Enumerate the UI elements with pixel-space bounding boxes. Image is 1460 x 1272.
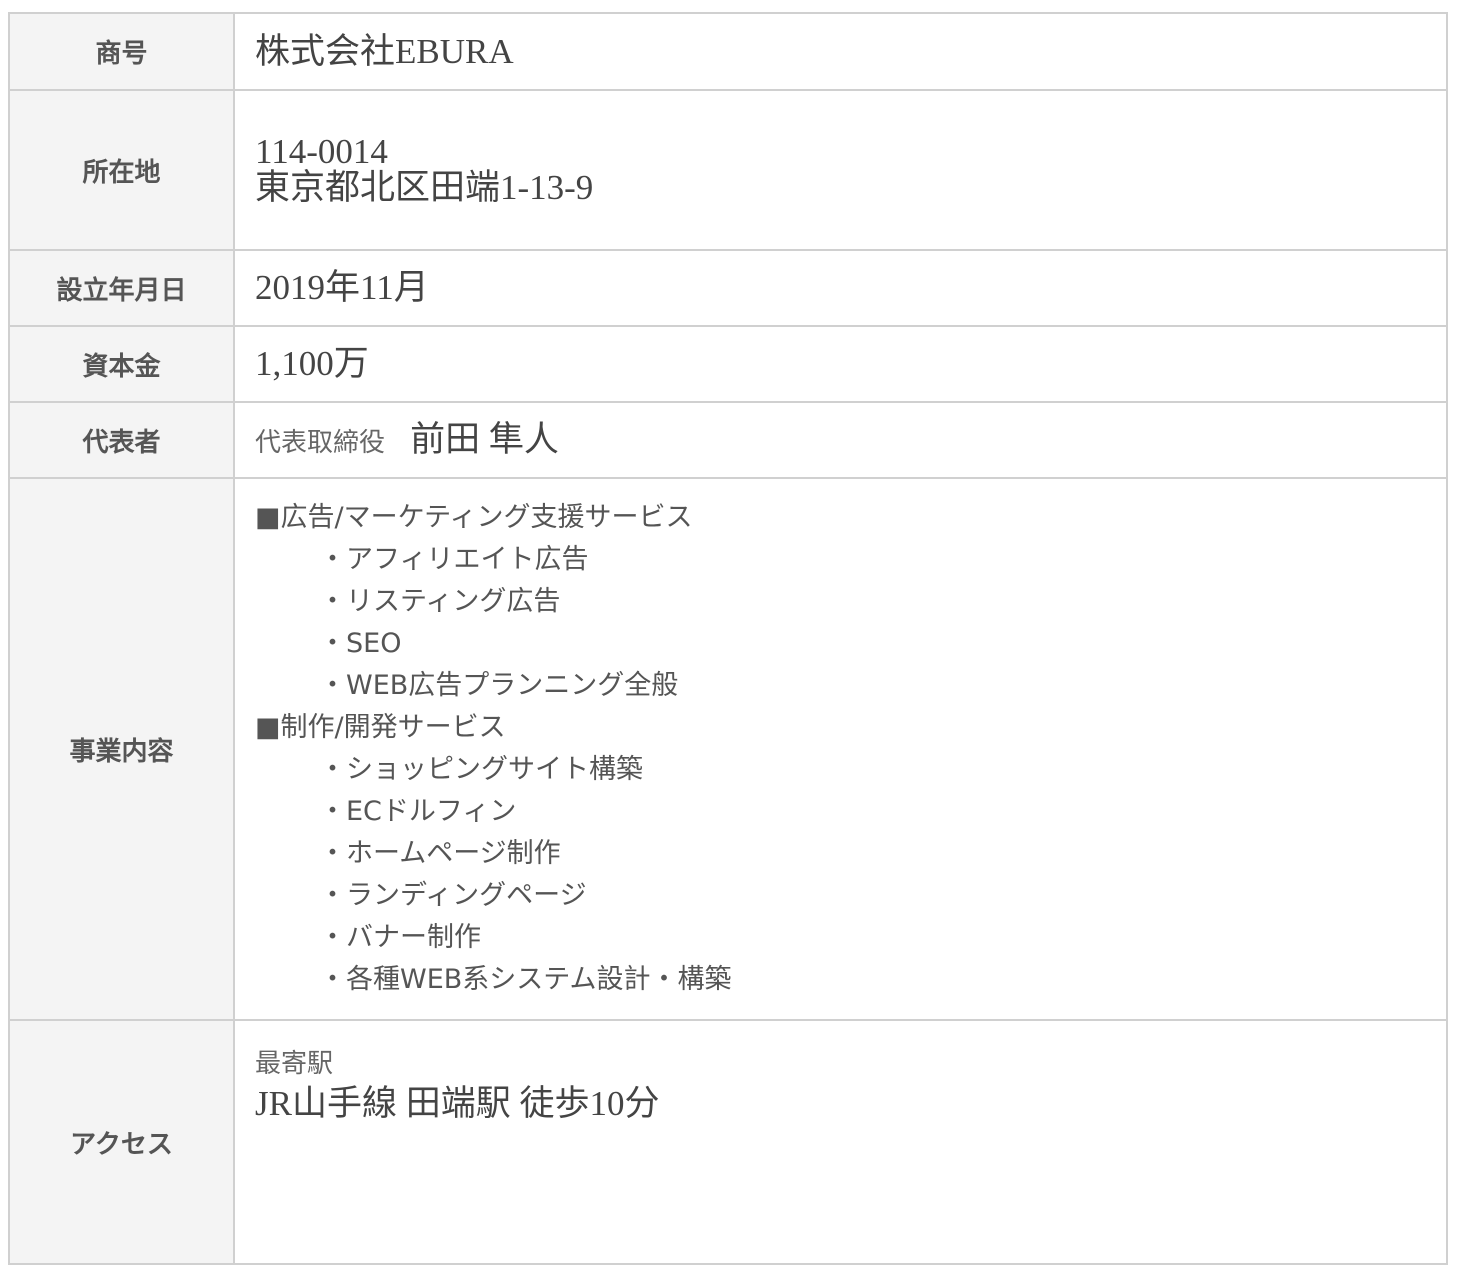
business-item: ・リスティング広告 xyxy=(319,586,561,617)
label-founded: 設立年月日 xyxy=(8,249,235,327)
row-business: 事業内容 ■広告/マーケティング支援サービス・アフィリエイト広告 ・リスティング広… xyxy=(8,477,1448,1021)
row-access: アクセス 最寄駅 JR山手線 田端駅 徒歩10分 xyxy=(8,1019,1448,1265)
business-category: ■制作/開発サービス xyxy=(255,712,506,743)
founded-date: 2019年11月 xyxy=(255,268,429,307)
label-company-name: 商号 xyxy=(8,12,235,91)
representative-name: 前田 隼人 xyxy=(410,419,559,459)
business-item: ・ショッピングサイト構築 xyxy=(319,754,643,785)
label-address: 所在地 xyxy=(8,89,235,251)
business-item: ・ランディングページ xyxy=(319,880,587,911)
postal-code: 114-0014 xyxy=(255,132,388,171)
row-address: 所在地 114-0014 東京都北区田端1-13-9 xyxy=(8,89,1448,251)
access-value: JR山手線 田端駅 徒歩10分 xyxy=(255,1084,660,1123)
business-item: ・ECドルフィン xyxy=(319,796,517,827)
street-address: 東京都北区田端1-13-9 xyxy=(255,168,594,207)
row-representative: 代表者 代表取締役 前田 隼人 xyxy=(8,401,1448,479)
label-capital: 資本金 xyxy=(8,325,235,403)
business-item: ・SEO xyxy=(319,628,402,659)
business-item: ・ホームページ制作 xyxy=(319,838,561,869)
row-capital: 資本金 1,100万 xyxy=(8,325,1448,403)
business-item: ・各種WEB系システム設計・構築 xyxy=(319,964,732,995)
business-item: ・バナー制作 xyxy=(319,922,481,953)
representative-title: 代表取締役 xyxy=(255,427,386,458)
capital-value: 1,100万 xyxy=(255,344,369,383)
company-name: 株式会社EBURA xyxy=(255,31,514,71)
business-item: ・WEB広告プランニング全般 xyxy=(319,670,679,701)
label-representative: 代表者 xyxy=(8,401,235,479)
row-founded: 設立年月日 2019年11月 xyxy=(8,249,1448,327)
row-company-name: 商号 株式会社EBURA xyxy=(8,12,1448,91)
label-business: 事業内容 xyxy=(8,477,235,1021)
business-category: ■広告/マーケティング支援サービス xyxy=(255,502,693,533)
business-list: ■広告/マーケティング支援サービス・アフィリエイト広告 ・リスティング広告 ・SEO… xyxy=(233,477,1448,1021)
company-info-table: 商号 株式会社EBURA 所在地 114-0014 東京都北区田端1-13-9 … xyxy=(8,12,1448,1265)
nearest-station-caption: 最寄駅 xyxy=(255,1049,334,1079)
business-item: ・アフィリエイト広告 xyxy=(319,544,589,575)
label-access: アクセス xyxy=(8,1019,235,1265)
